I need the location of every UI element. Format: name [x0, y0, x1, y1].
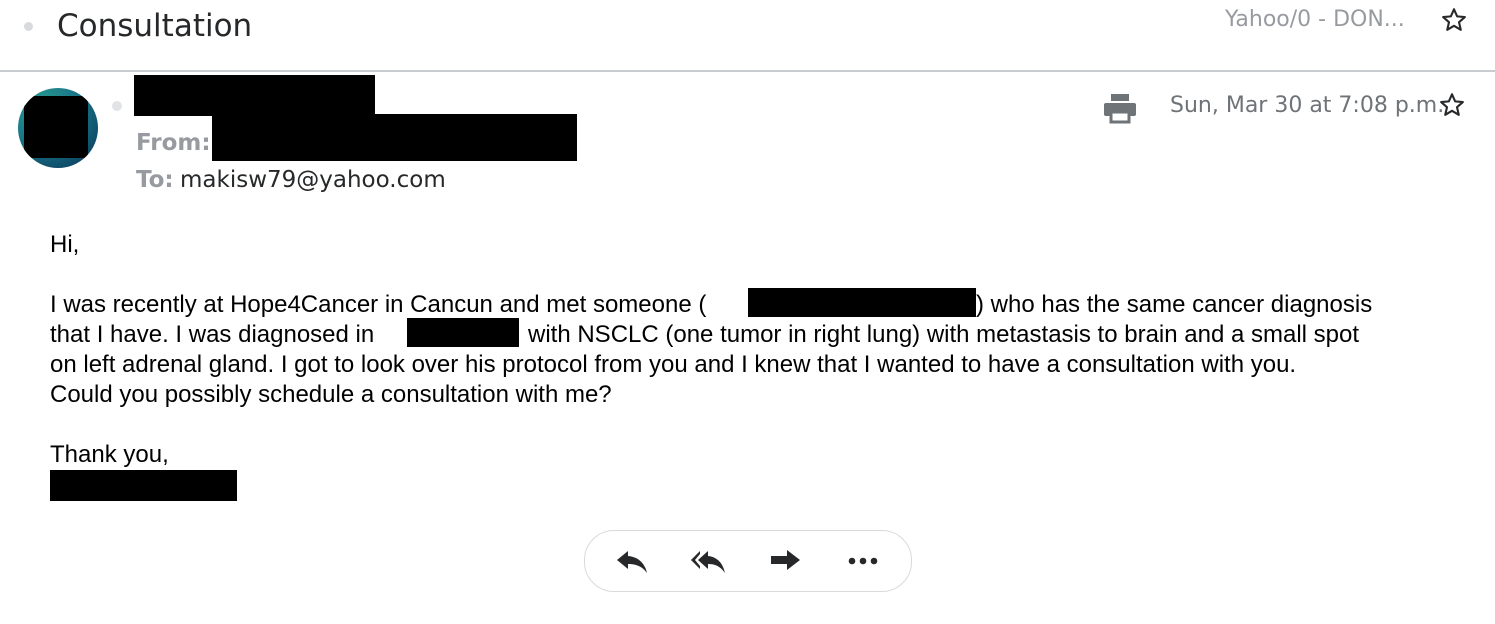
body-line-4: Could you possibly schedule a consultati…: [50, 381, 612, 408]
to-address[interactable]: makisw79@yahoo.com: [180, 167, 446, 193]
avatar-redaction: [24, 96, 88, 158]
body-closing: Thank you,: [50, 441, 169, 468]
message-date: Sun, Mar 30 at 7:08 p.m.: [1170, 93, 1445, 118]
message-actions: [584, 530, 912, 592]
signature-redaction: [50, 470, 237, 501]
folder-label[interactable]: Yahoo/0 - DON...: [1225, 7, 1405, 32]
star-icon[interactable]: [1440, 6, 1468, 34]
more-icon[interactable]: [843, 545, 883, 577]
body-line-1a: I was recently at Hope4Cancer in Cancun …: [50, 291, 707, 318]
message-header: Consultation Yahoo/0 - DON...: [0, 0, 1495, 72]
status-dot: [112, 101, 122, 111]
to-label: To:: [136, 167, 174, 193]
star-icon[interactable]: [1438, 91, 1466, 119]
subject-title: Consultation: [57, 8, 253, 44]
date-redaction: [407, 318, 519, 347]
reply-icon[interactable]: [613, 545, 653, 577]
body-line-2b: with NSCLC (one tumor in right lung) wit…: [528, 321, 1360, 348]
sender-name-redaction: [134, 75, 375, 116]
avatar[interactable]: [18, 88, 98, 168]
print-icon[interactable]: [1103, 92, 1137, 124]
name-redaction: [748, 288, 976, 317]
body-line-2a: that I have. I was diagnosed in: [50, 321, 375, 348]
body-line-1b: ) who has the same cancer diagnosis: [976, 291, 1373, 318]
unread-dot: [24, 22, 33, 31]
forward-icon[interactable]: [767, 545, 807, 577]
from-address-redaction: [212, 114, 577, 161]
body-greeting: Hi,: [50, 231, 80, 258]
from-label: From:: [136, 130, 211, 156]
body-line-3: on left adrenal gland. I got to look ove…: [50, 351, 1297, 378]
reply-all-icon[interactable]: [689, 545, 729, 577]
